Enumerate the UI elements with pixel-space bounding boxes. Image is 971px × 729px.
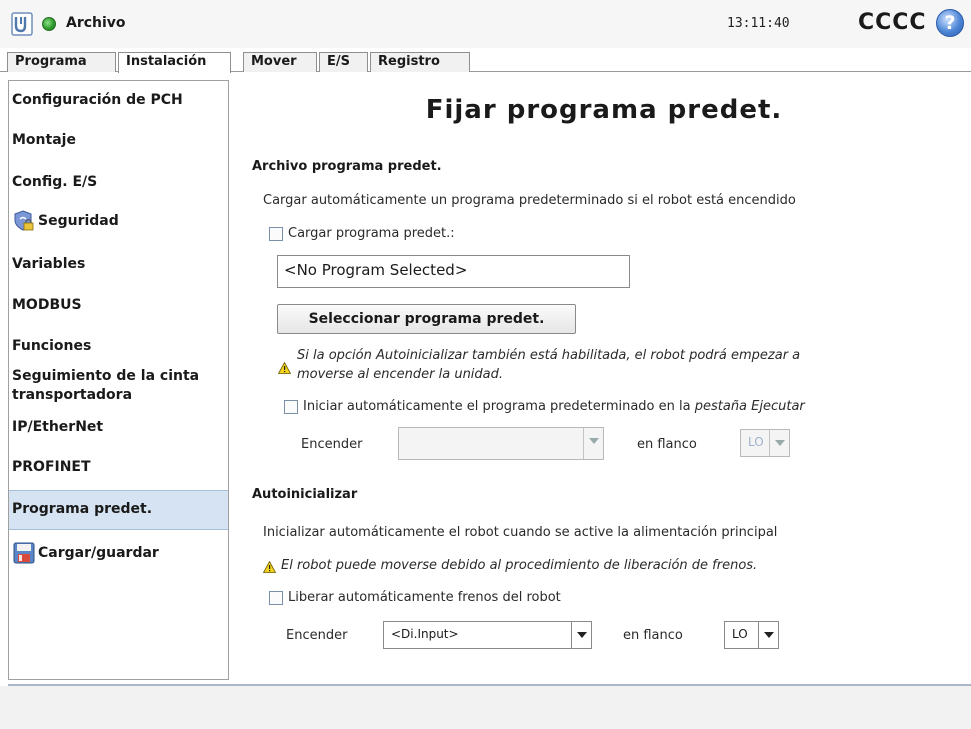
warning-icon (278, 362, 291, 374)
power-on-input-select (398, 427, 604, 460)
sidebar-item-programa-predet[interactable]: Programa predet. (9, 490, 228, 530)
sidebar-item-seguimiento-cinta[interactable]: Seguimiento de la cinta transportadora (9, 367, 228, 405)
auto-init-edge-value: LO (732, 627, 748, 641)
sidebar-item-variables[interactable]: Variables (9, 256, 228, 272)
autoinit-warning-line2: moverse al encender la unidad. (297, 367, 504, 382)
edge-label: en flanco (637, 437, 697, 452)
sidebar-item-seguridad[interactable]: Seguridad (9, 207, 228, 237)
default-program-field[interactable]: <No Program Selected> (277, 255, 630, 288)
sidebar-item-label: Seguridad (38, 213, 119, 229)
warning-icon (263, 561, 276, 573)
select-default-program-button[interactable]: Seleccionar programa predet. (277, 304, 576, 334)
installation-sidebar: Configuración de PCH Montaje Config. E/S… (8, 80, 229, 680)
chevron-down-icon[interactable] (571, 622, 591, 648)
sidebar-item-profinet[interactable]: PROFINET (9, 459, 228, 475)
auto-init-edge-label: en flanco (623, 628, 683, 643)
chevron-down-icon (769, 430, 789, 456)
sidebar-item-modbus[interactable]: MODBUS (9, 297, 228, 313)
ur-logo-icon (11, 12, 33, 36)
autoinit-warning-line1: Si la opción Autoinicializar también est… (297, 348, 801, 363)
app-title[interactable]: Archivo (66, 15, 126, 31)
title-bar: Archivo 13:11:40 CCCC ? (0, 0, 971, 48)
sidebar-item-montaje[interactable]: Montaje (9, 132, 228, 148)
footer-bar (0, 686, 971, 729)
sidebar-item-configuracion-pch[interactable]: Configuración de PCH (9, 92, 228, 108)
tab-instalacion[interactable]: Instalación (118, 52, 231, 73)
robot-status-icon[interactable] (42, 17, 56, 31)
floppy-disk-icon (13, 542, 35, 564)
chevron-down-icon (583, 428, 603, 459)
sidebar-item-label: Cargar/guardar (38, 545, 159, 561)
robot-name: CCCC (858, 10, 927, 35)
tab-programa[interactable]: Programa (7, 52, 116, 72)
default-program-description: Cargar automáticamente un programa prede… (263, 193, 796, 208)
shield-lock-icon (14, 210, 34, 231)
auto-init-description: Inicializar automáticamente el robot cua… (263, 525, 778, 540)
auto-init-edge-select[interactable]: LO (724, 621, 779, 649)
auto-brake-release-checkbox[interactable] (269, 591, 283, 605)
tab-es[interactable]: E/S (319, 52, 368, 72)
auto-init-input-value: <Di.Input> (391, 627, 459, 641)
brake-release-warning: El robot puede moverse debido al procedi… (281, 558, 758, 573)
load-default-program-checkbox[interactable] (269, 227, 283, 241)
sidebar-item-ip-ethernet[interactable]: IP/EtherNet (9, 419, 228, 435)
main-tabs: Programa Instalación Mover E/S Registro (0, 48, 971, 73)
tab-registro[interactable]: Registro (370, 52, 470, 72)
page-title: Fijar programa predet. (425, 95, 783, 125)
sidebar-item-config-es[interactable]: Config. E/S (9, 174, 228, 190)
autostart-program-label: Iniciar automáticamente el programa pred… (303, 399, 805, 414)
main-panel: Fijar programa predet. Archivo programa … (237, 80, 971, 685)
tab-mover[interactable]: Mover (243, 52, 317, 72)
auto-init-heading: Autoinicializar (252, 487, 358, 502)
help-icon[interactable]: ? (936, 9, 964, 37)
power-on-edge-value: LO (748, 435, 764, 449)
auto-init-input-select[interactable]: <Di.Input> (383, 621, 592, 649)
sidebar-item-funciones[interactable]: Funciones (9, 338, 228, 354)
default-program-heading: Archivo programa predet. (252, 159, 442, 174)
power-on-label: Encender (301, 437, 363, 452)
autostart-program-checkbox[interactable] (284, 400, 298, 414)
load-default-program-label: Cargar programa predet.: (288, 226, 455, 241)
chevron-down-icon[interactable] (758, 622, 778, 648)
power-on-edge-select: LO (740, 429, 790, 457)
sidebar-item-cargar-guardar[interactable]: Cargar/guardar (9, 539, 228, 569)
auto-brake-release-label: Liberar automáticamente frenos del robot (288, 590, 561, 605)
auto-init-power-on-label: Encender (286, 628, 348, 643)
clock: 13:11:40 (727, 16, 790, 31)
